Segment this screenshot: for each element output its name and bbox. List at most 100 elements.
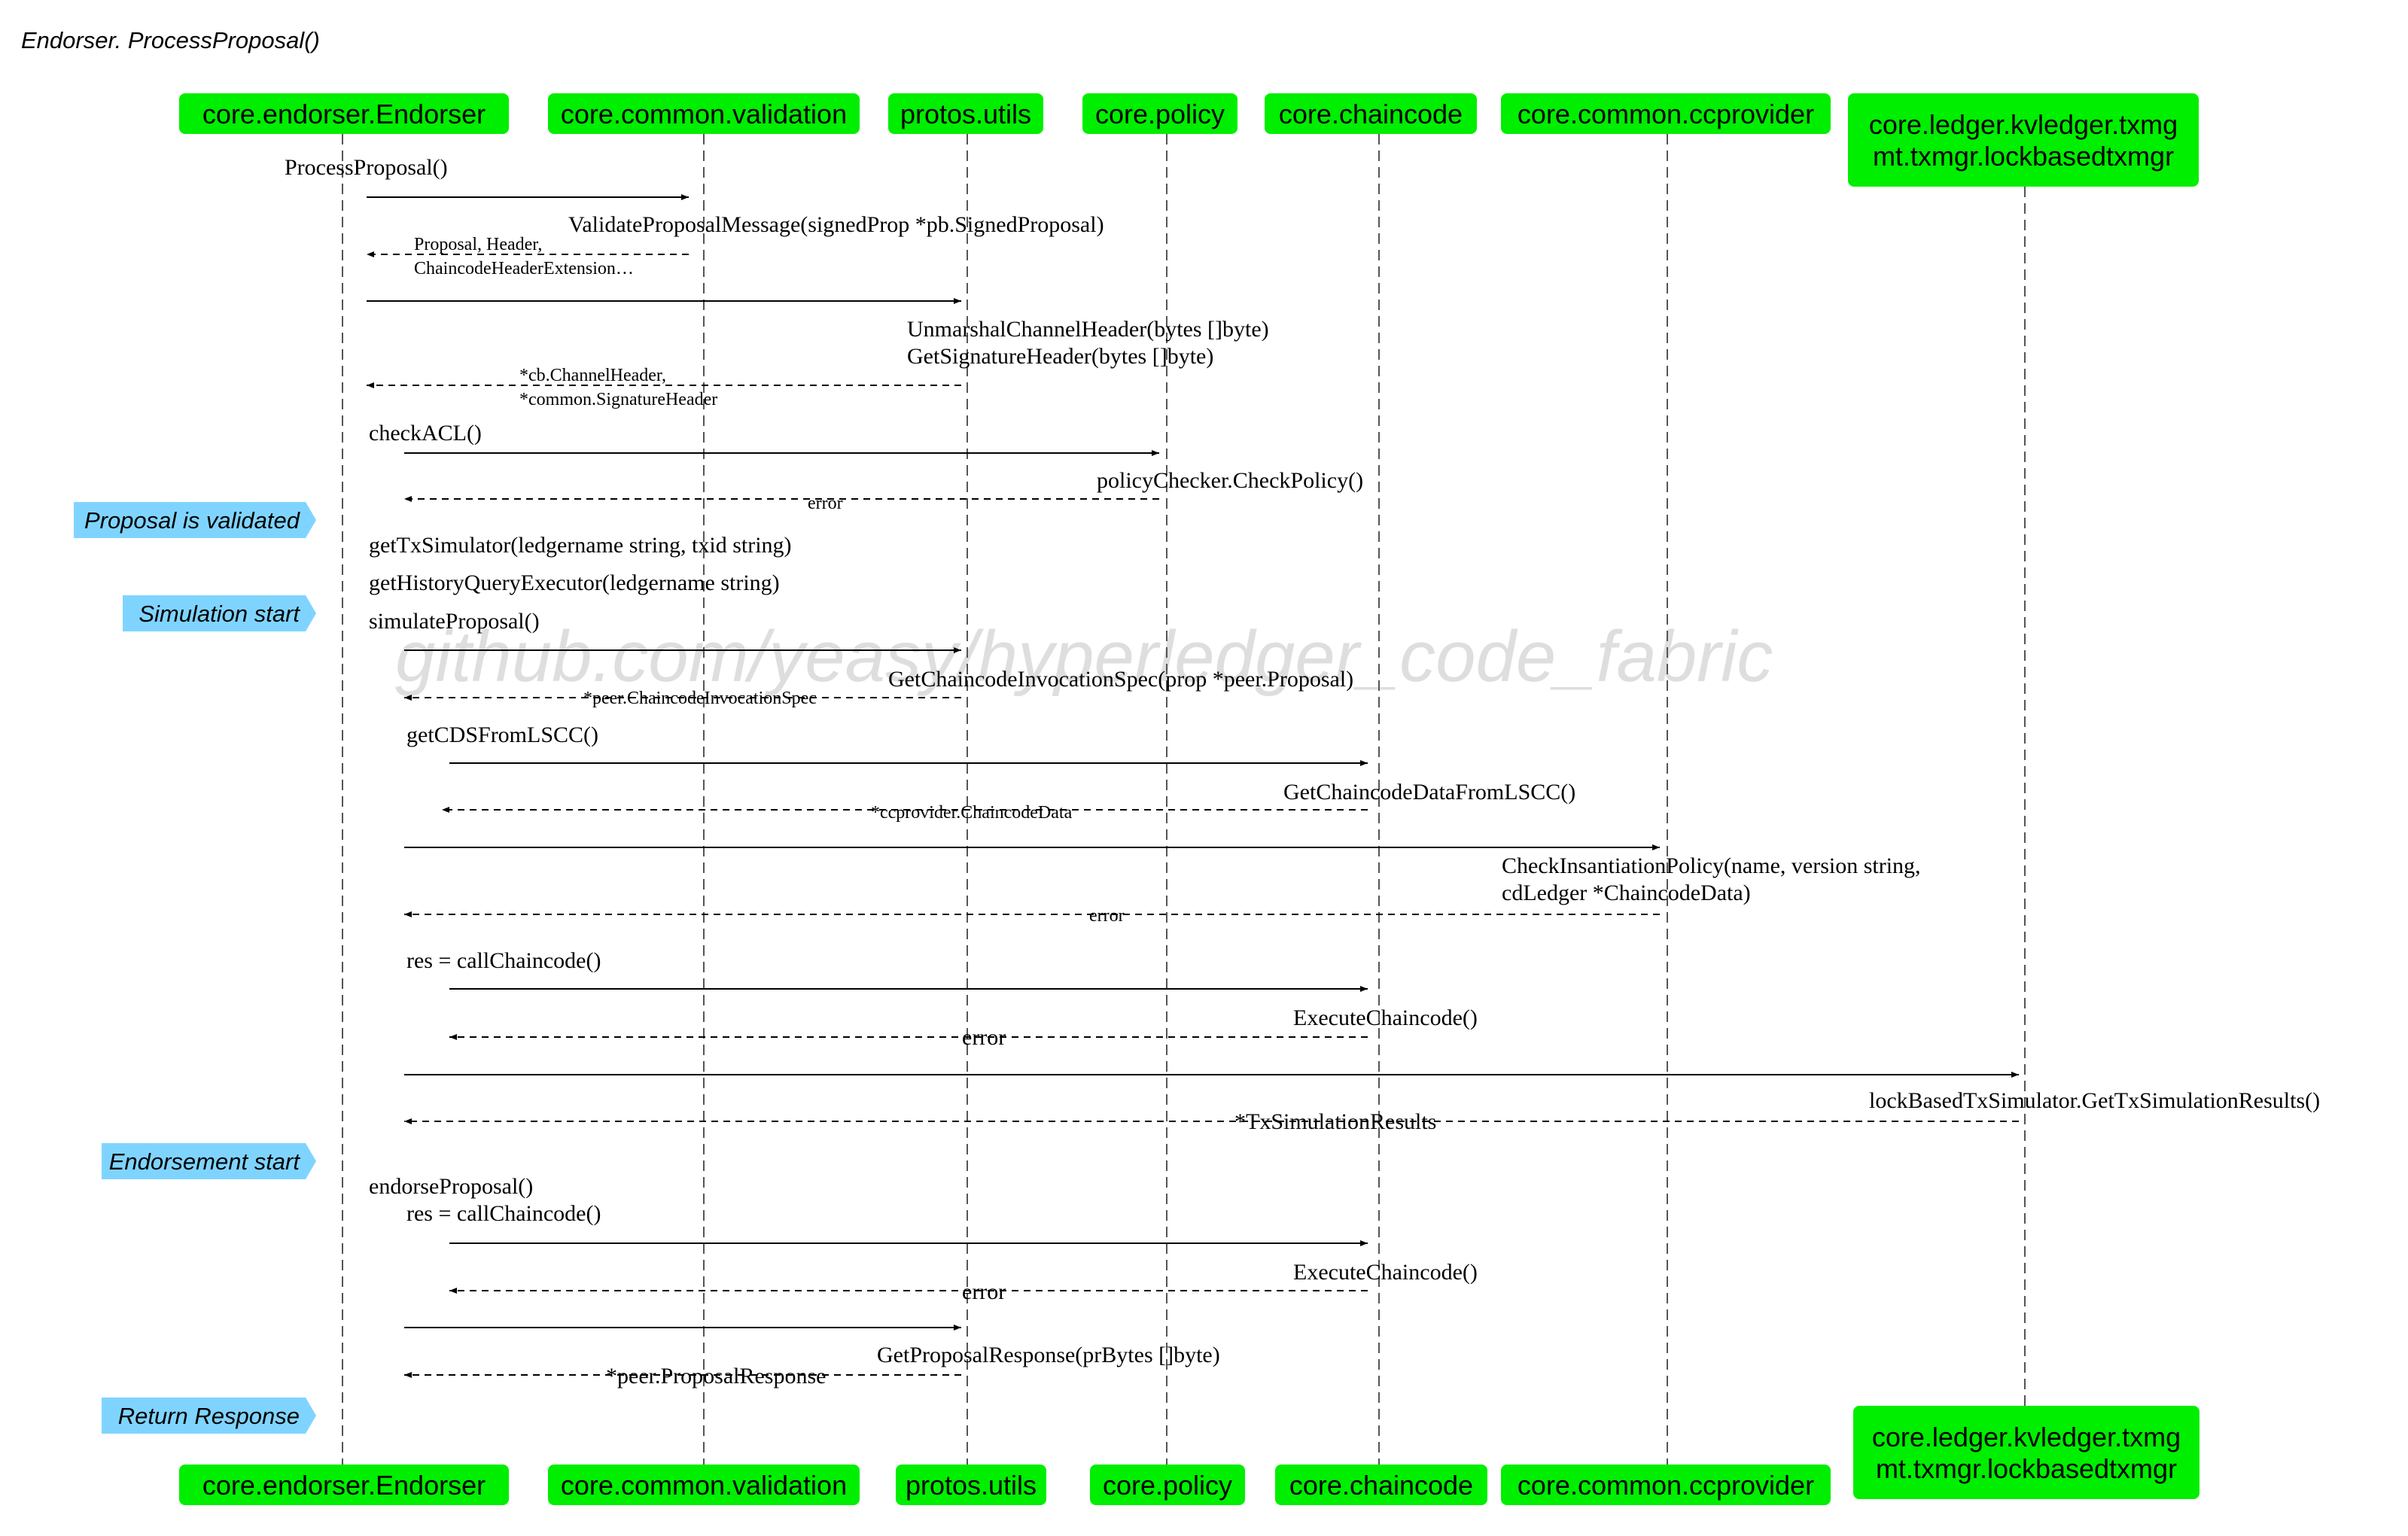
message-m16: *ccprovider.ChaincodeData [442, 803, 1368, 823]
message-label: *peer.ProposalResponse [606, 1364, 826, 1388]
message-label: res = callChaincode() [406, 1201, 601, 1226]
message-label: lockBasedTxSimulator.GetTxSimulationResu… [1869, 1088, 2320, 1113]
message-m28: GetProposalResponse(prBytes []byte) [404, 1325, 1220, 1367]
participant-label: mt.txmgr.lockbasedtxmgr [1873, 141, 2174, 172]
participant-label: protos.utils [906, 1470, 1037, 1501]
participant-label: core.ledger.kvledger.txmg [1869, 109, 2178, 140]
participant-label: core.policy [1095, 99, 1225, 129]
message-m19: res = callChaincode() [406, 948, 1368, 992]
message-label: UnmarshalChannelHeader(bytes []byte) [907, 317, 1269, 342]
message-m5: *cb.ChannelHeader, *common.SignatureHeade… [367, 366, 961, 409]
notes: Proposal is validated Simulation start End… [74, 502, 316, 1434]
message-m15: GetChaincodeDataFromLSCC() [1283, 780, 1575, 804]
participant-chaincode-top: core.chaincode [1265, 93, 1477, 134]
message-m24: endorseProposal() [369, 1174, 533, 1199]
note-return: Return Response [102, 1398, 316, 1434]
message-label: checkACL() [369, 421, 482, 446]
participant-label: core.ledger.kvledger.txmg [1872, 1422, 2181, 1452]
message-label: getHistoryQueryExecutor(ledgername strin… [369, 570, 780, 595]
message-m17: CheckInsantiationPolicy(name, version st… [404, 844, 1921, 905]
participant-endorser-top: core.endorser.Endorser [179, 93, 509, 134]
diagram-title: Endorser. ProcessProposal() [21, 27, 320, 53]
message-m9: getTxSimulator(ledgername string, txid s… [369, 533, 792, 558]
message-m1: ProcessProposal() [285, 155, 689, 200]
participant-validation-top: core.common.validation [548, 93, 860, 134]
note-label: Return Response [118, 1403, 300, 1429]
message-label: ChaincodeHeaderExtension… [414, 259, 634, 278]
message-m20: ExecuteChaincode() [1293, 1005, 1478, 1030]
message-label: GetChaincodeDataFromLSCC() [1283, 780, 1575, 804]
message-label: *cb.ChannelHeader, [519, 366, 666, 385]
message-m14: getCDSFromLSCC() [406, 722, 1368, 766]
message-m4: UnmarshalChannelHeader(bytes []byte)GetS… [367, 298, 1269, 369]
participant-txmgr-top: core.ledger.kvledger.txmgmt.txmgr.lockba… [1848, 93, 2199, 187]
note-label: Simulation start [139, 601, 300, 627]
participant-label: core.chaincode [1289, 1470, 1473, 1501]
message-label: GetSignatureHeader(bytes []byte) [907, 344, 1213, 369]
participants-bottom: core.endorser.Endorser core.common.valida… [179, 1406, 2199, 1505]
participant-label: core.endorser.Endorser [202, 99, 486, 129]
message-m22: lockBasedTxSimulator.GetTxSimulationResu… [404, 1072, 2320, 1113]
message-m27: error [449, 1279, 1368, 1304]
message-label: getTxSimulator(ledgername string, txid s… [369, 533, 792, 558]
message-label: res = callChaincode() [406, 948, 601, 973]
participant-ccprovider-bottom: core.common.ccprovider [1501, 1465, 1831, 1505]
participant-label: core.endorser.Endorser [202, 1470, 486, 1501]
participant-label: mt.txmgr.lockbasedtxmgr [1876, 1453, 2177, 1484]
participant-txmgr-bottom: core.ledger.kvledger.txmgmt.txmgr.lockba… [1853, 1406, 2199, 1499]
participant-policy-bottom: core.policy [1090, 1465, 1245, 1505]
message-label: simulateProposal() [369, 609, 540, 634]
note-endorsement: Endorsement start [102, 1143, 316, 1179]
message-m7: policyChecker.CheckPolicy() [1097, 468, 1363, 493]
participant-label: core.common.validation [561, 99, 847, 129]
message-label: cdLedger *ChaincodeData) [1502, 881, 1751, 905]
message-label: *peer.ChaincodeInvocationSpec [583, 689, 817, 708]
messages: ProcessProposal() ValidateProposalMessage… [285, 155, 2320, 1388]
note-simulation: Simulation start [123, 595, 316, 631]
message-m25: res = callChaincode() [406, 1201, 1368, 1246]
participant-label: core.policy [1103, 1470, 1232, 1501]
message-label: ProcessProposal() [285, 155, 448, 180]
message-label: ExecuteChaincode() [1293, 1005, 1478, 1030]
participant-label: core.common.ccprovider [1518, 99, 1814, 129]
message-label: error [808, 494, 843, 513]
message-m12: GetChaincodeInvocationSpec(prop *peer.Pr… [888, 667, 1353, 692]
participant-label: core.chaincode [1279, 99, 1463, 129]
message-m6: checkACL() [369, 421, 1159, 456]
participant-ccprovider-top: core.common.ccprovider [1501, 93, 1831, 134]
note-label: Proposal is validated [84, 507, 301, 534]
participant-label: protos.utils [900, 99, 1031, 129]
participant-endorser-bottom: core.endorser.Endorser [179, 1465, 509, 1505]
message-label: *ccprovider.ChaincodeData [871, 803, 1073, 823]
message-label: ExecuteChaincode() [1293, 1260, 1478, 1285]
message-label: error [962, 1025, 1006, 1050]
note-validated: Proposal is validated [74, 502, 316, 538]
message-m21: error [449, 1025, 1368, 1050]
message-label: Proposal, Header, [414, 235, 542, 254]
message-label: error [962, 1279, 1006, 1304]
message-m10: getHistoryQueryExecutor(ledgername strin… [369, 570, 780, 595]
message-m2: ValidateProposalMessage(signedProp *pb.S… [568, 212, 1104, 237]
participant-policy-top: core.policy [1082, 93, 1237, 134]
participant-validation-bottom: core.common.validation [548, 1465, 860, 1505]
message-m3: Proposal, Header, ChaincodeHeaderExtensio… [367, 235, 689, 278]
message-label: GetProposalResponse(prBytes []byte) [877, 1343, 1220, 1367]
message-label: CheckInsantiationPolicy(name, version st… [1502, 853, 1921, 878]
participant-utils-bottom: protos.utils [896, 1465, 1046, 1505]
message-label: ValidateProposalMessage(signedProp *pb.S… [568, 212, 1104, 237]
message-label: getCDSFromLSCC() [406, 722, 598, 747]
note-label: Endorsement start [109, 1148, 301, 1175]
message-label: policyChecker.CheckPolicy() [1097, 468, 1363, 493]
message-label: GetChaincodeInvocationSpec(prop *peer.Pr… [888, 667, 1353, 692]
participant-chaincode-bottom: core.chaincode [1275, 1465, 1487, 1505]
participant-label: core.common.ccprovider [1518, 1470, 1814, 1501]
message-m18: error [404, 906, 1660, 926]
message-m26: ExecuteChaincode() [1293, 1260, 1478, 1285]
message-label: endorseProposal() [369, 1174, 533, 1199]
participant-label: core.common.validation [561, 1470, 847, 1501]
message-m23: *TxSimulationResults [404, 1109, 2019, 1134]
participants-top: core.endorser.Endorser core.common.valida… [179, 93, 2199, 187]
message-m8: error [404, 494, 1159, 513]
sequence-diagram: Endorser. ProcessProposal() github.com/y… [21, 27, 2320, 1505]
participant-utils-top: protos.utils [888, 93, 1043, 134]
